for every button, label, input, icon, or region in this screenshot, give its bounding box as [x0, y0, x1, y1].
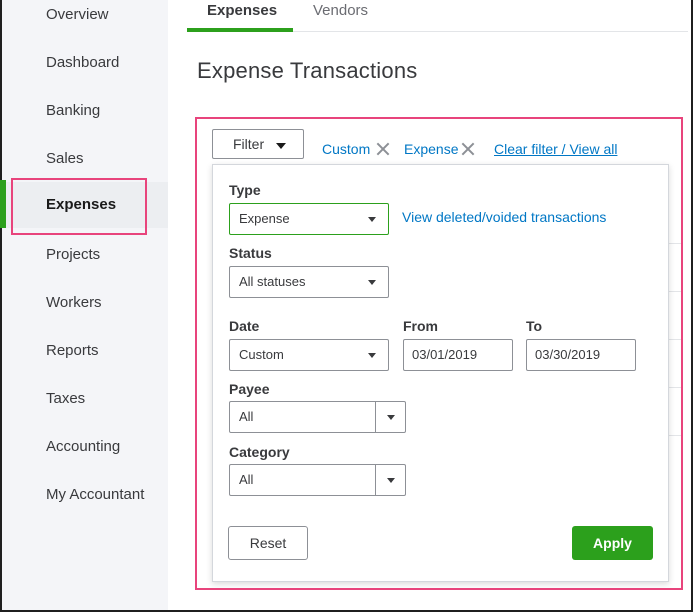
sidebar-item-label: Workers — [46, 294, 102, 311]
sidebar-item-taxes[interactable]: Taxes — [2, 379, 168, 419]
sidebar-item-projects[interactable]: Projects — [2, 235, 168, 275]
active-nav-indicator — [0, 180, 6, 228]
sidebar-item-label: Sales — [46, 150, 84, 167]
sidebar-item-accounting[interactable]: Accounting — [2, 427, 168, 467]
tab-vendors[interactable]: Vendors — [313, 2, 368, 34]
sidebar-item-banking[interactable]: Banking — [2, 91, 168, 131]
sidebar-item-label: Taxes — [46, 390, 86, 407]
sidebar-item-my-accountant[interactable]: My Accountant — [2, 475, 168, 515]
sidebar-item-sales[interactable]: Sales — [2, 139, 168, 179]
sidebar-item-workers[interactable]: Workers — [2, 283, 168, 323]
sidebar-item-label: Reports — [46, 342, 99, 359]
active-tab-underline — [187, 28, 293, 32]
page-title: Expense Transactions — [197, 58, 418, 83]
sidebar-item-label: Banking — [46, 102, 101, 119]
sidebar-item-label: Dashboard — [46, 54, 120, 71]
filter-highlight-box — [195, 117, 683, 590]
sidebar-item-label: My Accountant — [46, 486, 145, 503]
sidebar-item-label: Projects — [46, 246, 101, 263]
sidebar-item-label: Overview — [46, 6, 109, 23]
sidebar-item-overview[interactable]: Overview — [2, 0, 168, 35]
sidebar: Overview Dashboard Banking Sales Expense… — [2, 0, 168, 610]
expenses-highlight-box — [11, 178, 147, 235]
sidebar-item-label: Accounting — [46, 438, 121, 455]
sidebar-item-reports[interactable]: Reports — [2, 331, 168, 371]
sidebar-item-dashboard[interactable]: Dashboard — [2, 43, 168, 83]
